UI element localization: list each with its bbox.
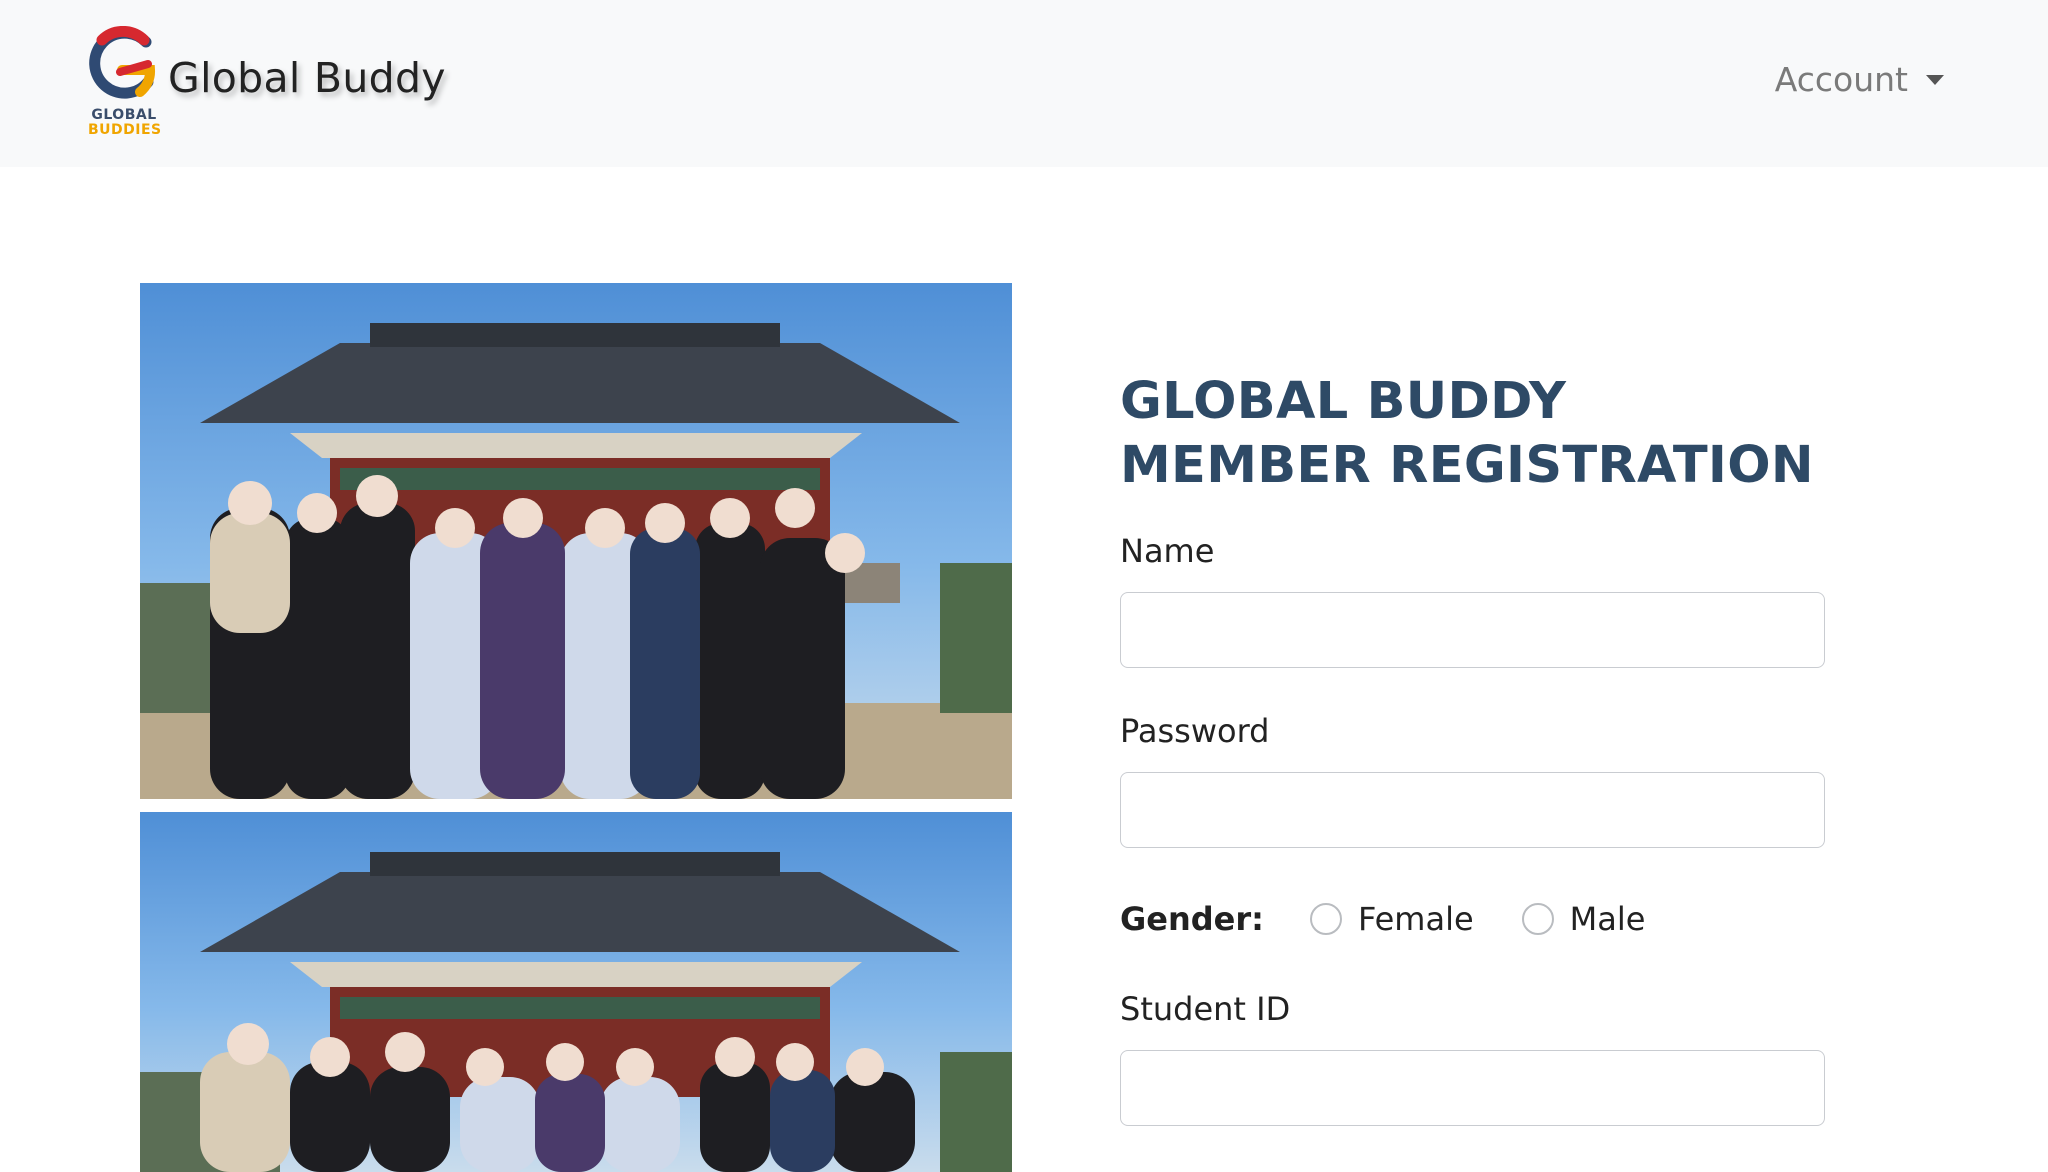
group-photo-hearts-illustration xyxy=(140,852,1012,1172)
brand-logo: GLOBAL BUDDIES xyxy=(88,26,162,142)
brand-name[interactable]: Global Buddy xyxy=(168,54,446,102)
caret-down-icon xyxy=(1926,74,1944,85)
registration-form: GLOBAL BUDDY MEMBER REGISTRATION Name Pa… xyxy=(1120,370,1825,1126)
password-input[interactable] xyxy=(1120,772,1825,848)
group-photo xyxy=(140,283,1012,799)
logo-g-mark-icon xyxy=(89,26,155,99)
account-dropdown[interactable]: Account xyxy=(1775,60,1944,99)
student-id-label: Student ID xyxy=(1120,990,1291,1028)
name-input[interactable] xyxy=(1120,592,1825,668)
brand[interactable]: GLOBAL BUDDIES Global Buddy xyxy=(88,26,446,142)
form-title: GLOBAL BUDDY MEMBER REGISTRATION xyxy=(1120,372,1814,495)
name-label: Name xyxy=(1120,532,1215,570)
gender-group: Gender: Female Male xyxy=(1120,900,1825,938)
gender-option-male[interactable]: Male xyxy=(1521,900,1646,938)
female-label: Female xyxy=(1357,900,1474,938)
gender-option-female[interactable]: Female xyxy=(1309,900,1474,938)
navbar: GLOBAL BUDDIES Global Buddy Account xyxy=(0,0,2048,167)
logo-text-global: GLOBAL xyxy=(91,107,157,123)
female-radio[interactable] xyxy=(1309,903,1342,935)
male-label: Male xyxy=(1569,900,1646,938)
photo-column xyxy=(140,283,1012,1172)
logo-text-buddies: BUDDIES xyxy=(88,122,162,138)
group-photo-illustration xyxy=(140,323,1012,799)
group-photo-hearts xyxy=(140,812,1012,1172)
account-label: Account xyxy=(1774,60,1908,99)
password-label: Password xyxy=(1120,712,1270,750)
gender-label: Gender: xyxy=(1120,900,1264,938)
male-radio[interactable] xyxy=(1521,903,1554,935)
student-id-input[interactable] xyxy=(1120,1050,1825,1126)
